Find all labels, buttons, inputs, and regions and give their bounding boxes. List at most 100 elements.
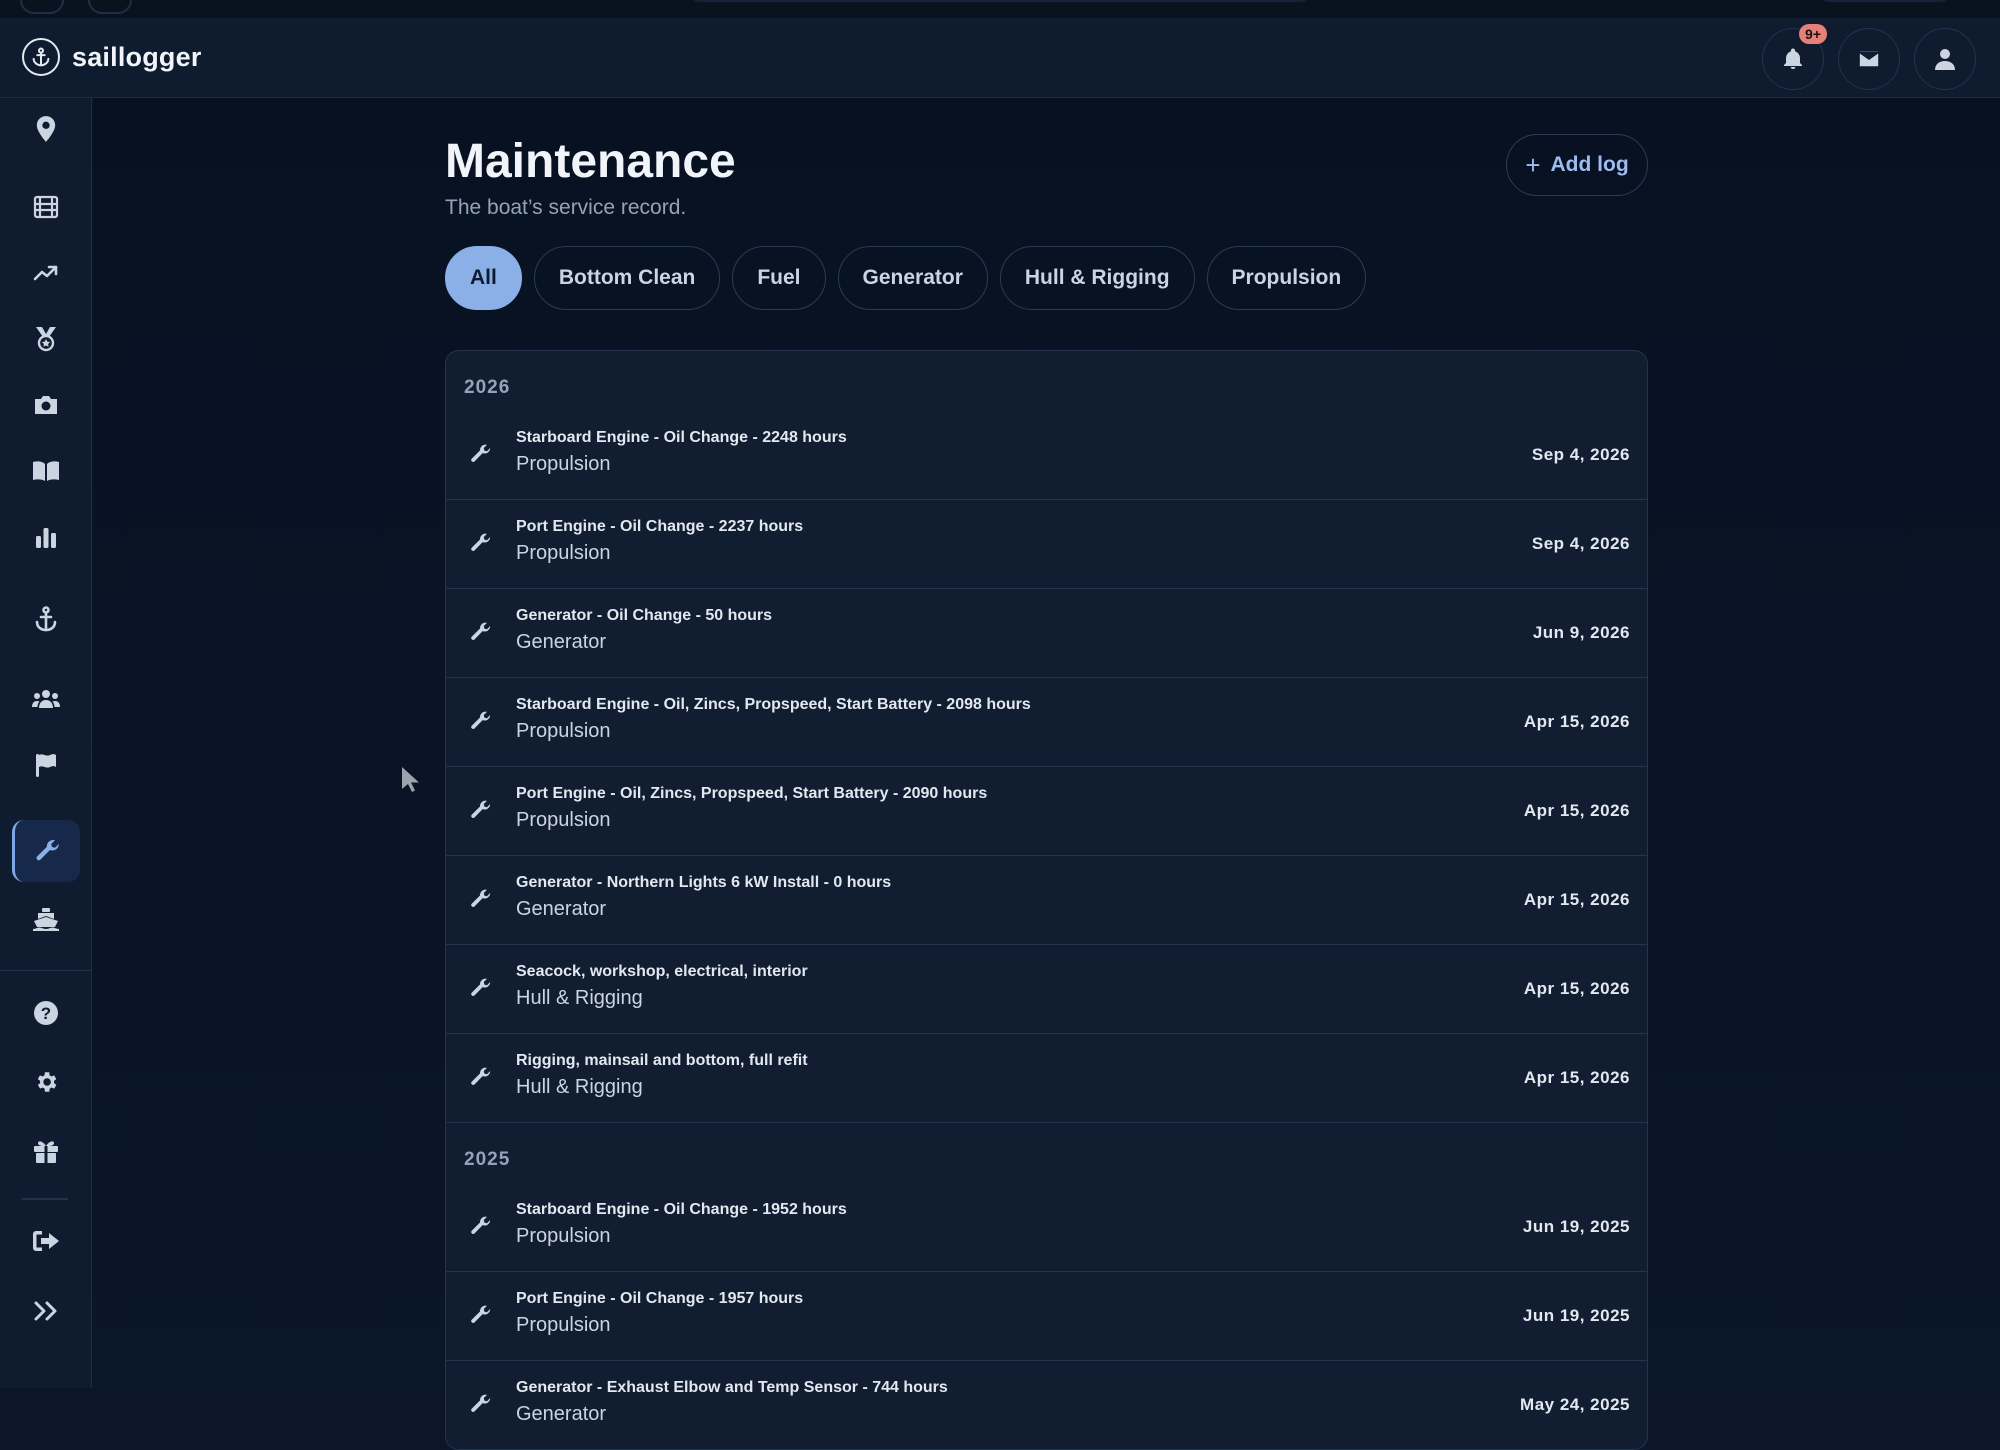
maintenance-entry[interactable]: Generator - Oil Change - 50 hours Generat… [446, 589, 1647, 678]
wrench-icon [470, 1304, 492, 1331]
sidebar-item-photos[interactable] [12, 374, 80, 436]
maintenance-entry[interactable]: Port Engine - Oil Change - 2237 hours Pro… [446, 500, 1647, 589]
sidebar: ? [0, 98, 92, 1388]
top-navbar: saillogger 9+ [0, 18, 2000, 98]
maintenance-entry[interactable]: Seacock, workshop, electrical, interior H… [446, 945, 1647, 1034]
anchor-icon [35, 606, 57, 632]
sidebar-item-crew[interactable] [12, 668, 80, 730]
sidebar-item-stats[interactable] [12, 242, 80, 304]
gear-icon [37, 1072, 57, 1092]
year-heading: 2026 [464, 377, 511, 398]
entry-date: Sep 4, 2026 [1531, 445, 1630, 464]
maintenance-entry[interactable]: Rigging, mainsail and bottom, full refit… [446, 1034, 1647, 1123]
expand-icon [34, 1301, 57, 1321]
sidebar-item-expand[interactable] [12, 1280, 80, 1342]
sidebar-item-map[interactable] [12, 98, 80, 160]
sidebar-item-media[interactable] [12, 176, 80, 238]
brand[interactable]: saillogger [22, 38, 202, 76]
maintenance-entry[interactable]: Starboard Engine - Oil, Zincs, Propspeed… [446, 678, 1647, 767]
filter-chip[interactable]: All [445, 246, 522, 310]
sidebar-divider [0, 970, 92, 971]
wrench-icon [470, 443, 492, 470]
wrench-icon [470, 621, 492, 648]
sidebar-item-boat[interactable] [12, 888, 80, 950]
trending-up-icon [33, 265, 58, 281]
entry-date: Apr 15, 2026 [1523, 1068, 1630, 1087]
entry-category: Hull & Rigging [516, 987, 643, 1009]
maintenance-entry[interactable]: Starboard Engine - Oil Change - 1952 hou… [446, 1183, 1647, 1272]
add-log-label: Add log [1550, 153, 1629, 176]
sidebar-item-logbook[interactable] [12, 440, 80, 502]
entry-date: Apr 15, 2026 [1523, 979, 1630, 998]
entry-title: Rigging, mainsail and bottom, full refit [516, 1052, 808, 1069]
flag-icon [36, 754, 56, 777]
add-log-button[interactable]: + Add log [1506, 134, 1648, 196]
maintenance-entry[interactable]: Starboard Engine - Oil Change - 2248 hou… [446, 411, 1647, 500]
entry-title: Starboard Engine - Oil, Zincs, Propspeed… [516, 696, 1031, 713]
entry-title: Seacock, workshop, electrical, interior [516, 963, 808, 980]
sidebar-item-gifts[interactable] [12, 1120, 80, 1182]
filter-chip[interactable]: Hull & Rigging [999, 246, 1195, 310]
entry-category: Propulsion [516, 809, 611, 831]
sidebar-item-achievements[interactable] [12, 308, 80, 370]
maintenance-entry[interactable]: Generator - Northern Lights 6 kW Install… [446, 856, 1647, 945]
page-subtitle: The boat’s service record. [445, 196, 687, 219]
logout-icon [33, 1231, 59, 1251]
film-icon [33, 195, 59, 219]
entry-title: Port Engine - Oil, Zincs, Propspeed, Sta… [516, 785, 988, 802]
filter-chip[interactable]: Propulsion [1206, 246, 1367, 310]
notifications-button[interactable]: 9+ [1762, 24, 1827, 90]
sidebar-item-events[interactable] [12, 734, 80, 796]
sidebar-item-settings[interactable] [12, 1051, 80, 1113]
anchor-logo-icon [22, 38, 60, 76]
messages-button[interactable] [1838, 28, 1900, 90]
sidebar-item-charts[interactable] [12, 506, 80, 568]
location-pin-icon [36, 116, 56, 142]
mouse-cursor-icon [402, 767, 419, 792]
sidebar-item-help[interactable]: ? [12, 982, 80, 1044]
filter-chip[interactable]: Fuel [732, 246, 826, 310]
entry-title: Generator - Northern Lights 6 kW Install… [516, 874, 892, 891]
entry-category: Hull & Rigging [516, 1076, 643, 1098]
entry-title: Generator - Exhaust Elbow and Temp Senso… [516, 1379, 948, 1396]
entry-title: Generator - Oil Change - 50 hours [516, 607, 773, 624]
maintenance-entry[interactable]: Port Engine - Oil Change - 1957 hours Pro… [446, 1272, 1647, 1361]
entry-date: Jun 19, 2025 [1522, 1306, 1630, 1325]
sidebar-item-anchorage[interactable] [12, 588, 80, 650]
main-content: Maintenance The boat’s service record. +… [93, 98, 2000, 1450]
entry-date: Apr 15, 2026 [1523, 801, 1630, 820]
bell-icon [1784, 48, 1802, 69]
maintenance-entry[interactable]: Generator - Exhaust Elbow and Temp Senso… [446, 1361, 1647, 1449]
ship-icon [33, 908, 59, 931]
entry-date: May 24, 2025 [1520, 1395, 1630, 1414]
wrench-icon [470, 799, 492, 826]
svg-text:?: ? [41, 1004, 51, 1023]
book-icon [33, 461, 59, 481]
envelope-icon [1858, 50, 1880, 68]
brand-name: saillogger [72, 41, 202, 72]
page-title: Maintenance [445, 135, 736, 188]
maintenance-entry[interactable]: Port Engine - Oil, Zincs, Propspeed, Sta… [446, 767, 1647, 856]
wrench-icon [35, 839, 59, 861]
profile-button[interactable] [1914, 28, 1976, 90]
medal-icon [36, 327, 56, 352]
notification-badge: 9+ [1799, 24, 1827, 44]
browser-top-strip [0, 0, 2000, 18]
help-icon: ? [34, 1001, 58, 1025]
category-filter-bar: All Bottom Clean Fuel Generator Hull & Riggi… [445, 246, 1367, 310]
filter-chip[interactable]: Generator [837, 246, 988, 310]
sidebar-item-logout[interactable] [12, 1210, 80, 1272]
sidebar-item-maintenance[interactable] [12, 820, 80, 882]
top-strip-bar [1820, 0, 1950, 2]
entry-date: Apr 15, 2026 [1523, 890, 1630, 909]
entry-title: Port Engine - Oil Change - 2237 hours [516, 518, 804, 535]
wrench-icon [470, 888, 492, 915]
filter-chip[interactable]: Bottom Clean [533, 246, 721, 310]
entry-category: Propulsion [516, 542, 611, 564]
entry-category: Generator [516, 631, 607, 653]
entry-title: Port Engine - Oil Change - 1957 hours [516, 1290, 804, 1307]
entry-title: Starboard Engine - Oil Change - 2248 hou… [516, 429, 847, 446]
maintenance-list: 2026 Starboard Engine - Oil Change - 2248… [445, 350, 1648, 1450]
wrench-icon [470, 1066, 492, 1093]
top-strip-bar [690, 0, 1310, 2]
